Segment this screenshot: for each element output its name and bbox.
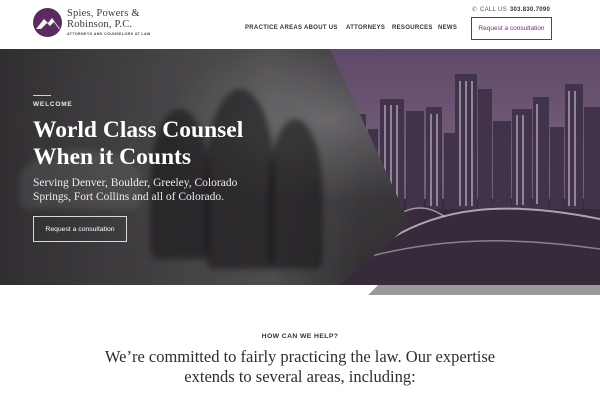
- welcome-divider: [33, 95, 51, 96]
- logo-line-1: Spies, Powers &: [67, 8, 140, 19]
- phone-number[interactable]: 303.830.7090: [510, 7, 550, 13]
- nav-item-about-us[interactable]: ABOUT US: [304, 25, 338, 31]
- logo-wordmark: Spies, Powers & Robinson, P.C. ATTORNEYS…: [67, 8, 151, 36]
- hero-section: WELCOME World Class Counsel When it Coun…: [0, 49, 600, 285]
- phone-label: CALL US: [480, 6, 507, 13]
- hero-bottom-strip: [0, 285, 600, 295]
- phone-icon: ✆: [471, 7, 478, 13]
- hero-copy: WELCOME World Class Counsel When it Coun…: [33, 95, 268, 204]
- hero-eyebrow: WELCOME: [33, 101, 73, 108]
- site-logo[interactable]: Spies, Powers & Robinson, P.C. ATTORNEYS…: [33, 8, 151, 37]
- logo-tagline: ATTORNEYS AND COUNSELORS AT LAW: [67, 32, 151, 36]
- hero-title-line-2: When it Counts: [33, 144, 192, 170]
- nav-item-news[interactable]: NEWS: [438, 25, 457, 31]
- hero-title-line-1: World Class Counsel: [33, 117, 244, 143]
- logo-line-2: Robinson, P.C.: [67, 19, 133, 30]
- mountain-logo-icon: [33, 8, 62, 37]
- hero-consultation-button[interactable]: Request a consultation: [33, 216, 127, 242]
- header-consultation-button[interactable]: Request a consultation: [471, 17, 552, 40]
- nav-item-attorneys[interactable]: ATTORNEYS: [346, 25, 385, 31]
- help-heading: We’re committed to fairly practicing the…: [104, 347, 496, 386]
- hero-title: World Class Counsel When it Counts: [33, 117, 268, 171]
- nav-item-practice-areas[interactable]: PRACTICE AREAS: [245, 25, 302, 31]
- phone-contact[interactable]: ✆ CALL US 303.830.7090: [471, 6, 550, 14]
- help-eyebrow: HOW CAN WE HELP?: [261, 333, 339, 340]
- nav-item-resources[interactable]: RESOURCES: [392, 25, 433, 31]
- hero-subtitle: Serving Denver, Boulder, Greeley, Colora…: [33, 177, 238, 203]
- site-header: Spies, Powers & Robinson, P.C. ATTORNEYS…: [0, 0, 600, 49]
